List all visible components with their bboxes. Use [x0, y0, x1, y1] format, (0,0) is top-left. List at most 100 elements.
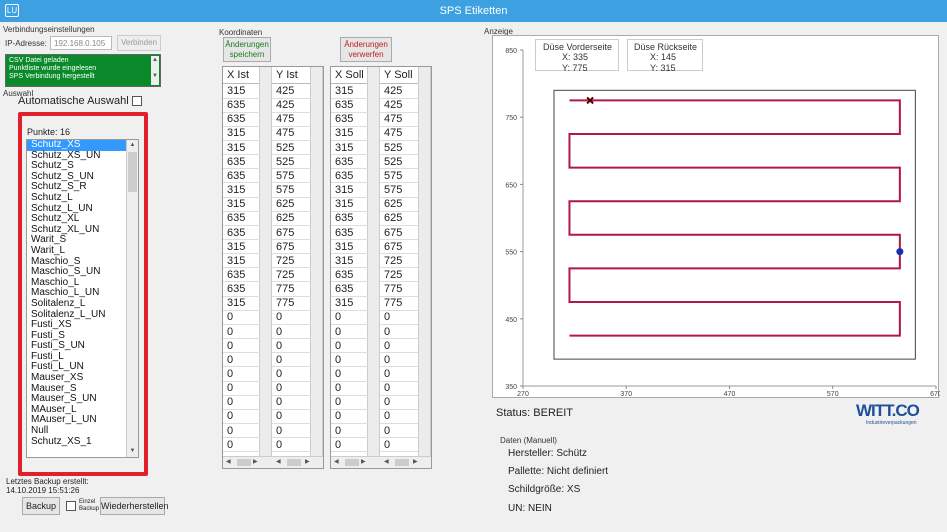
- grid-cell[interactable]: 0: [272, 340, 310, 354]
- connect-button[interactable]: Verbinden: [117, 35, 161, 51]
- grid-cell[interactable]: 635: [331, 170, 368, 184]
- grid-cell[interactable]: 0: [223, 368, 260, 382]
- grid-cell[interactable]: 0: [331, 326, 368, 340]
- grid-cell[interactable]: 315: [223, 198, 260, 212]
- grid-cell[interactable]: 575: [380, 170, 418, 184]
- grid-cell[interactable]: 425: [272, 85, 310, 99]
- grid-cell[interactable]: 635: [223, 99, 260, 113]
- grid-cell[interactable]: 475: [380, 113, 418, 127]
- grid-cell[interactable]: 0: [331, 311, 368, 325]
- grid-cell[interactable]: 525: [380, 156, 418, 170]
- grid-cell[interactable]: 0: [380, 382, 418, 396]
- grid-cell[interactable]: 475: [380, 127, 418, 141]
- grid-cell[interactable]: 725: [380, 255, 418, 269]
- grid-cell[interactable]: 315: [331, 255, 368, 269]
- grid-cell[interactable]: 625: [380, 212, 418, 226]
- grid-cell[interactable]: 635: [223, 227, 260, 241]
- grid-vscrollbar[interactable]: [418, 67, 431, 456]
- grid-cell[interactable]: 315: [331, 241, 368, 255]
- grid-cell[interactable]: 0: [331, 354, 368, 368]
- grid-cell[interactable]: 575: [272, 184, 310, 198]
- grid-hscrollbar[interactable]: ◀ ▶ ◀ ▶: [223, 456, 323, 468]
- grid-cell[interactable]: 635: [223, 156, 260, 170]
- grid-cell[interactable]: 0: [331, 396, 368, 410]
- save-changes-button[interactable]: Änderungen speichern: [223, 37, 271, 62]
- grid-cell[interactable]: 0: [331, 439, 368, 453]
- backup-button[interactable]: Backup: [22, 497, 60, 515]
- grid-cell[interactable]: 475: [272, 113, 310, 127]
- grid-cell[interactable]: 775: [380, 283, 418, 297]
- column-header[interactable]: Y Soll: [380, 67, 418, 84]
- grid-cell[interactable]: 0: [272, 311, 310, 325]
- grid-cell[interactable]: 0: [380, 425, 418, 439]
- grid-cell[interactable]: 315: [331, 142, 368, 156]
- grid-cell[interactable]: 315: [223, 184, 260, 198]
- grid-cell[interactable]: 635: [223, 170, 260, 184]
- grid-cell[interactable]: 0: [223, 396, 260, 410]
- column-scrollbar[interactable]: [259, 67, 272, 456]
- grid-cell[interactable]: 675: [272, 227, 310, 241]
- grid-cell[interactable]: 725: [272, 255, 310, 269]
- grid-cell[interactable]: 0: [272, 354, 310, 368]
- grid-cell[interactable]: 635: [331, 227, 368, 241]
- grid-cell[interactable]: 635: [223, 113, 260, 127]
- grid-cell[interactable]: 315: [331, 297, 368, 311]
- grid-cell[interactable]: 0: [331, 340, 368, 354]
- grid-cell[interactable]: 0: [380, 410, 418, 424]
- grid-cell[interactable]: 0: [223, 439, 260, 453]
- grid-cell[interactable]: 725: [380, 269, 418, 283]
- grid-cell[interactable]: 775: [380, 297, 418, 311]
- grid-cell[interactable]: 635: [223, 269, 260, 283]
- column-header[interactable]: X Soll: [331, 67, 368, 84]
- grid-cell[interactable]: 0: [272, 396, 310, 410]
- ip-input[interactable]: 192.168.0.105: [50, 36, 112, 50]
- grid-cell[interactable]: 0: [272, 368, 310, 382]
- grid-cell[interactable]: 0: [223, 340, 260, 354]
- column-scrollbar[interactable]: [367, 67, 380, 456]
- grid-cell[interactable]: 315: [331, 85, 368, 99]
- grid-cell[interactable]: 635: [223, 283, 260, 297]
- grid-cell[interactable]: 775: [272, 283, 310, 297]
- grid-cell[interactable]: 315: [223, 241, 260, 255]
- grid-cell[interactable]: 425: [380, 85, 418, 99]
- grid-cell[interactable]: 525: [272, 156, 310, 170]
- grid-cell[interactable]: 675: [272, 241, 310, 255]
- grid-cell[interactable]: 0: [331, 425, 368, 439]
- grid-cell[interactable]: 635: [223, 212, 260, 226]
- grid-cell[interactable]: 575: [272, 170, 310, 184]
- grid-cell[interactable]: 625: [380, 198, 418, 212]
- restore-button[interactable]: Wiederherstellen: [100, 497, 169, 515]
- target-coords-grid[interactable]: X Soll Y Soll 315 425 635 425 635 475 315 475 315 5…: [330, 66, 432, 469]
- grid-cell[interactable]: 0: [331, 410, 368, 424]
- grid-cell[interactable]: 635: [331, 113, 368, 127]
- grid-cell[interactable]: 635: [331, 269, 368, 283]
- grid-cell[interactable]: 315: [223, 255, 260, 269]
- grid-cell[interactable]: 315: [331, 127, 368, 141]
- grid-cell[interactable]: 0: [223, 382, 260, 396]
- grid-cell[interactable]: 475: [272, 127, 310, 141]
- grid-cell[interactable]: 425: [272, 99, 310, 113]
- single-backup-checkbox[interactable]: [66, 501, 76, 511]
- grid-cell[interactable]: 625: [272, 212, 310, 226]
- grid-cell[interactable]: 0: [380, 439, 418, 453]
- grid-cell[interactable]: 0: [272, 326, 310, 340]
- grid-cell[interactable]: 0: [331, 382, 368, 396]
- discard-changes-button[interactable]: Änderungen verwerfen: [340, 37, 392, 62]
- auto-select-row[interactable]: Automatische Auswahl: [18, 95, 142, 107]
- grid-cell[interactable]: 0: [223, 311, 260, 325]
- grid-cell[interactable]: 0: [223, 354, 260, 368]
- grid-cell[interactable]: 425: [380, 99, 418, 113]
- grid-cell[interactable]: 635: [331, 283, 368, 297]
- grid-cell[interactable]: 0: [272, 382, 310, 396]
- grid-cell[interactable]: 635: [331, 156, 368, 170]
- grid-cell[interactable]: 0: [331, 368, 368, 382]
- grid-cell[interactable]: 575: [380, 184, 418, 198]
- actual-coords-grid[interactable]: X Ist Y Ist 315 425 635 425 635 475 315 475 315 525…: [222, 66, 324, 469]
- grid-hscrollbar[interactable]: ◀ ▶ ◀ ▶: [331, 456, 431, 468]
- grid-cell[interactable]: 775: [272, 297, 310, 311]
- column-header[interactable]: X Ist: [223, 67, 260, 84]
- grid-cell[interactable]: 625: [272, 198, 310, 212]
- grid-cell[interactable]: 635: [331, 212, 368, 226]
- grid-cell[interactable]: 0: [380, 311, 418, 325]
- grid-cell[interactable]: 0: [223, 425, 260, 439]
